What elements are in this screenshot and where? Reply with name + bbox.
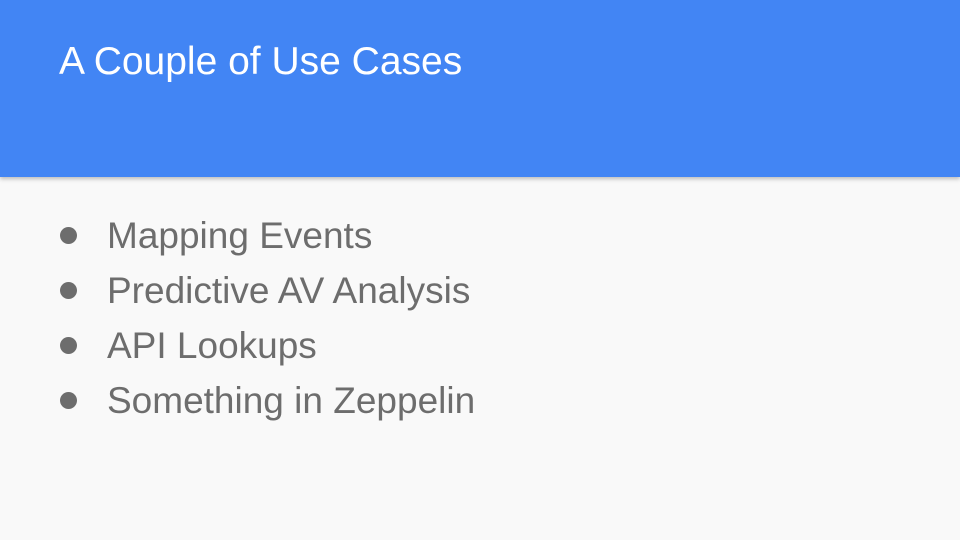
title-bar: A Couple of Use Cases (0, 0, 960, 177)
bullet-dot-icon (60, 392, 77, 409)
bullet-text: Something in Zeppelin (107, 380, 476, 421)
bullet-text: Predictive AV Analysis (107, 270, 471, 311)
bullet-item: Mapping Events (60, 208, 475, 263)
bullet-dot-icon (60, 337, 77, 354)
bullet-dot-icon (60, 282, 77, 299)
bullet-dot-icon (60, 227, 77, 244)
bullet-item: Predictive AV Analysis (60, 263, 475, 318)
bullet-item: API Lookups (60, 318, 475, 373)
bullet-item: Something in Zeppelin (60, 373, 475, 428)
slide-title: A Couple of Use Cases (59, 40, 463, 83)
bullet-list: Mapping Events Predictive AV Analysis AP… (60, 208, 475, 428)
slide: A Couple of Use Cases Mapping Events Pre… (0, 0, 960, 540)
bullet-text: Mapping Events (107, 215, 373, 256)
bullet-text: API Lookups (107, 325, 317, 366)
